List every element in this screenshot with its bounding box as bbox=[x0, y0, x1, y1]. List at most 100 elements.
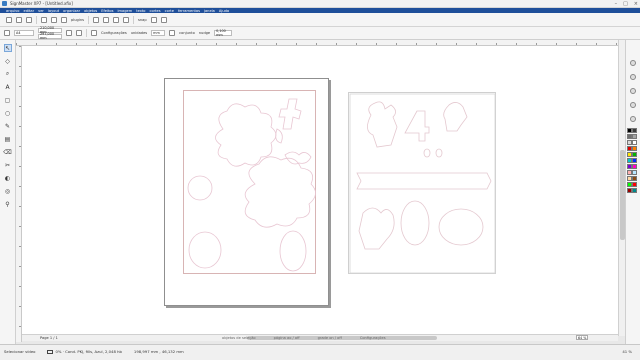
character-shape bbox=[443, 102, 468, 132]
color-swatch[interactable] bbox=[632, 170, 637, 175]
color-swatch[interactable] bbox=[632, 176, 637, 181]
color-swatch[interactable] bbox=[632, 128, 637, 133]
page-height-field[interactable]: 297,000 mm bbox=[38, 32, 62, 40]
units-select[interactable]: mm bbox=[151, 30, 166, 36]
redo-icon[interactable] bbox=[103, 16, 109, 23]
config-icon[interactable] bbox=[91, 30, 97, 36]
zoom-icon[interactable] bbox=[630, 116, 636, 122]
snap-objects-toggle[interactable]: objetos de seleção bbox=[222, 336, 256, 340]
snap-options: objetos de seleção página ao / off grade… bbox=[222, 336, 386, 340]
color-swatch[interactable] bbox=[632, 158, 637, 163]
window-title: SignMaster XP7 - [Untitled.xfix] bbox=[10, 1, 73, 6]
pen-tool-icon[interactable]: ✎ bbox=[4, 122, 12, 130]
snap-page-toggle[interactable]: página ao / off bbox=[274, 336, 300, 340]
menu-item-janela[interactable]: janela bbox=[204, 9, 215, 13]
new-file-icon[interactable] bbox=[6, 16, 12, 23]
design-canvas[interactable] bbox=[22, 46, 618, 334]
text-tool-icon[interactable]: A bbox=[4, 83, 12, 91]
page-size-field[interactable]: A4 bbox=[14, 30, 34, 36]
oval-shape bbox=[187, 175, 213, 201]
menu-item-ver[interactable]: ver bbox=[38, 9, 44, 13]
grid-icon[interactable] bbox=[150, 16, 157, 23]
eraser-tool-icon[interactable]: ⌫ bbox=[3, 148, 11, 156]
zoom-tool-icon[interactable]: ⌕ bbox=[4, 70, 12, 78]
cut-icon[interactable] bbox=[51, 16, 57, 23]
menu-item-editar[interactable]: editar bbox=[24, 9, 35, 13]
contour-tool-icon[interactable]: ◎ bbox=[4, 187, 12, 195]
stroke-icon[interactable] bbox=[630, 102, 636, 108]
menu-item-efeitos[interactable]: Efeitos bbox=[101, 9, 113, 13]
shape-tool-icon[interactable]: ▢ bbox=[4, 96, 12, 104]
menu-item-arquivo[interactable]: arquivo bbox=[6, 9, 20, 13]
page-indicator[interactable]: Page 1 / 1 bbox=[40, 336, 58, 340]
fill-tool-icon[interactable]: ▤ bbox=[4, 135, 12, 143]
dot-shape bbox=[435, 148, 443, 158]
character-shape bbox=[278, 98, 302, 130]
color-swatch[interactable] bbox=[632, 164, 637, 169]
snap-grid-toggle[interactable]: grade on / off bbox=[318, 336, 342, 340]
color-swatch[interactable] bbox=[632, 152, 637, 157]
cursor-coordinates: 198,997 mm , 46,132 mm bbox=[133, 349, 184, 354]
maximize-icon[interactable]: □ bbox=[623, 1, 628, 7]
eyedropper-tool-icon[interactable]: ⚲ bbox=[4, 200, 12, 208]
color-swatch[interactable] bbox=[632, 134, 637, 139]
oval-shape bbox=[438, 208, 484, 246]
save-icon[interactable] bbox=[26, 16, 32, 23]
node-tool-icon[interactable]: ◇ bbox=[4, 57, 12, 65]
page-sheet[interactable] bbox=[164, 78, 329, 306]
toolbar-separator bbox=[86, 29, 87, 37]
number-shape bbox=[404, 110, 430, 142]
menu-item-ajuda[interactable]: Ajuda bbox=[219, 9, 229, 13]
template-sheet[interactable] bbox=[348, 92, 496, 274]
knife-tool-icon[interactable]: ✂ bbox=[4, 161, 12, 169]
portrait-icon[interactable] bbox=[66, 30, 72, 36]
pointer-tool-icon[interactable]: ↖ bbox=[3, 44, 12, 52]
weld-tool-icon[interactable]: ◐ bbox=[4, 174, 12, 182]
cut-shapes-group[interactable] bbox=[165, 79, 330, 307]
menu-item-imagem[interactable]: imagem bbox=[118, 9, 133, 13]
landscape-icon[interactable] bbox=[76, 30, 82, 36]
ellipse-tool-icon[interactable]: ○ bbox=[4, 109, 12, 117]
character-shape bbox=[358, 207, 395, 250]
color-swatch[interactable] bbox=[632, 188, 637, 193]
nudge-label: nudge bbox=[198, 31, 211, 35]
close-icon[interactable]: × bbox=[634, 1, 638, 7]
layers-icon[interactable] bbox=[630, 60, 636, 66]
snap-settings-button[interactable]: Configurações bbox=[360, 336, 386, 340]
undo-icon[interactable] bbox=[93, 16, 99, 23]
app-icon bbox=[2, 1, 7, 6]
template-shapes-group[interactable] bbox=[349, 93, 497, 275]
color-swatch[interactable] bbox=[632, 140, 637, 145]
properties-icon[interactable] bbox=[630, 74, 636, 80]
plugins-icon[interactable] bbox=[61, 16, 67, 23]
vertical-scrollbar[interactable] bbox=[618, 40, 625, 336]
menu-item-organizar[interactable]: organizar bbox=[63, 9, 80, 13]
menu-item-cortes[interactable]: cortes bbox=[150, 9, 161, 13]
menu-item-layout[interactable]: layout bbox=[48, 9, 59, 13]
zoom-level-select[interactable]: 64 % bbox=[576, 335, 588, 340]
together-checkbox[interactable] bbox=[169, 30, 176, 36]
print-icon[interactable] bbox=[41, 16, 47, 23]
help-icon[interactable] bbox=[160, 16, 167, 23]
banner-shape bbox=[356, 172, 492, 190]
menu-item-ferramentas[interactable]: ferramentas bbox=[178, 9, 200, 13]
color-icon[interactable] bbox=[630, 88, 636, 94]
color-swatch[interactable] bbox=[632, 146, 637, 151]
menu-item-texto[interactable]: texto bbox=[136, 9, 145, 13]
menu-item-corte[interactable]: corte bbox=[165, 9, 174, 13]
open-file-icon[interactable] bbox=[16, 16, 22, 23]
menu-item-objetos[interactable]: objetos bbox=[84, 9, 97, 13]
zoom-in-icon[interactable] bbox=[113, 16, 119, 23]
minimize-icon[interactable]: – bbox=[615, 1, 618, 7]
color-swatch[interactable] bbox=[632, 182, 637, 187]
page-size-icon[interactable] bbox=[4, 30, 10, 36]
toolbar-separator bbox=[36, 15, 37, 24]
nudge-field[interactable]: 0,100 mm bbox=[214, 29, 233, 37]
scalloped-circle-shape bbox=[215, 103, 277, 167]
config-label[interactable]: Configurações bbox=[101, 31, 127, 35]
toolbar-separator bbox=[133, 15, 134, 24]
zoom-out-icon[interactable] bbox=[123, 16, 129, 23]
oval-shape bbox=[279, 230, 307, 272]
snap-label[interactable]: snap bbox=[138, 18, 147, 22]
plugins-label[interactable]: plugins bbox=[71, 18, 84, 22]
